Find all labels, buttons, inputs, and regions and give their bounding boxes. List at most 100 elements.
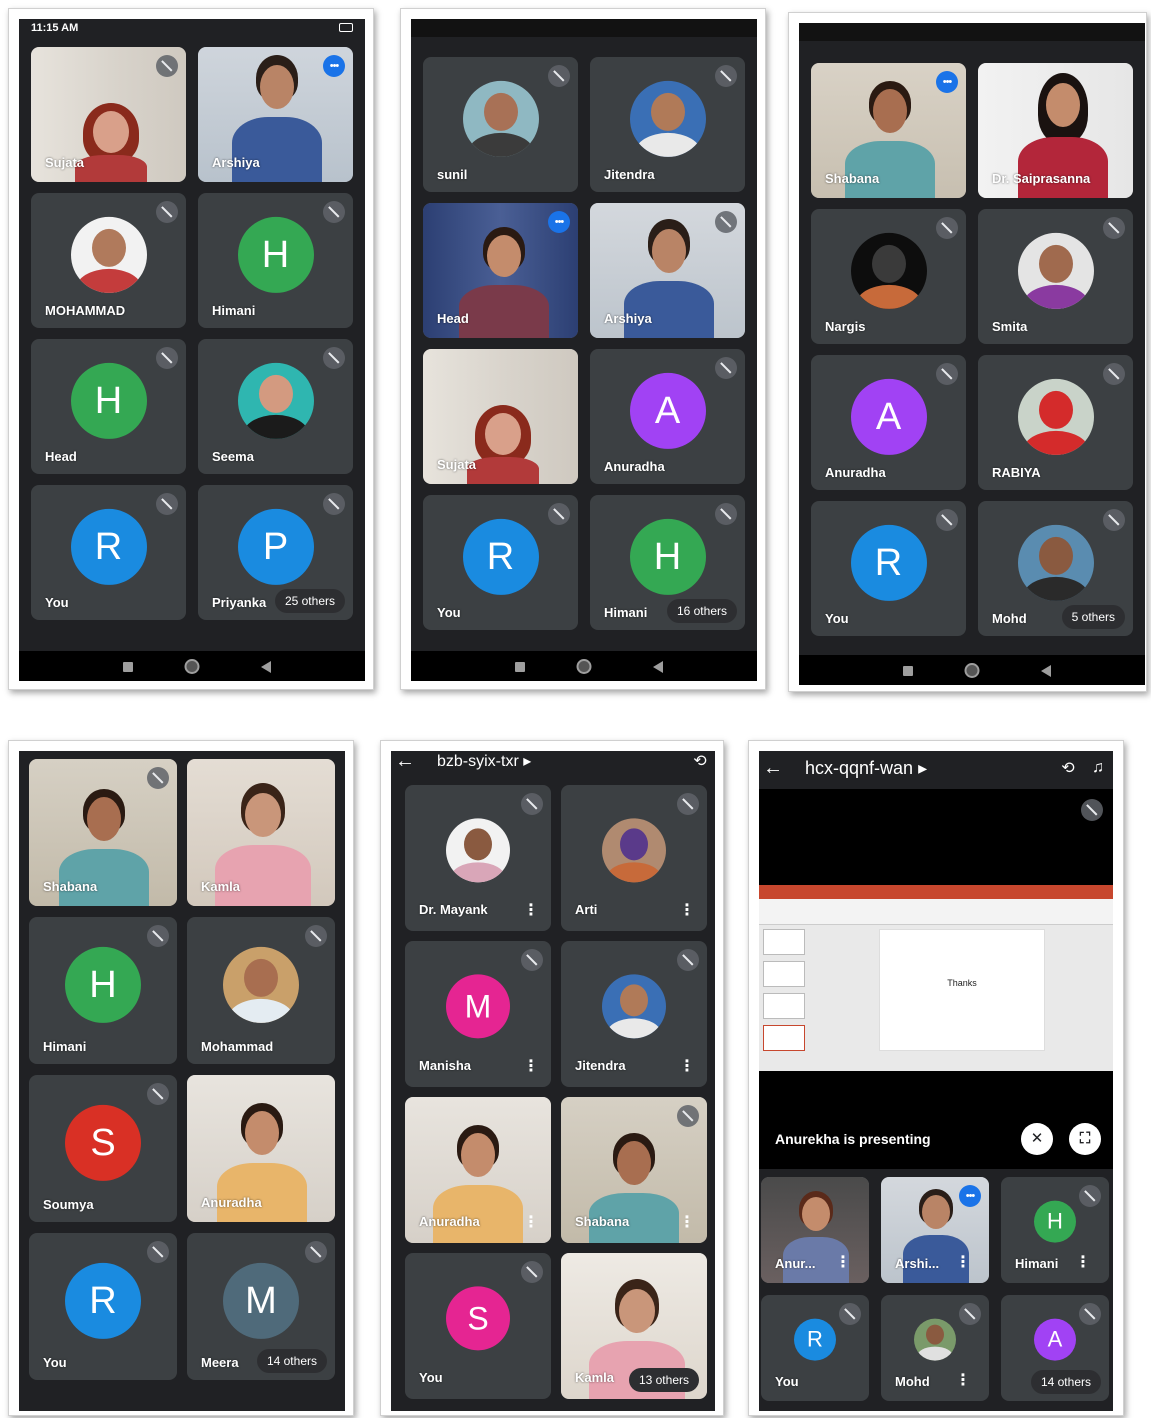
participant-tile[interactable]: Arshiya: [590, 203, 745, 338]
participant-tile[interactable]: A Anuradha: [590, 349, 745, 484]
more-options-icon[interactable]: ⋮: [1075, 1255, 1091, 1271]
audio-output-icon[interactable]: ♫: [1083, 759, 1113, 777]
more-options-icon[interactable]: ⋮: [679, 903, 695, 919]
recents-icon[interactable]: [122, 662, 133, 672]
participant-tile[interactable]: ••• Arshi... ⋮: [881, 1177, 989, 1283]
participant-tile[interactable]: Jitendra ⋮: [561, 941, 707, 1087]
participant-tile[interactable]: Jitendra: [590, 57, 745, 192]
participant-tile[interactable]: Smita: [978, 209, 1133, 344]
participant-tile[interactable]: Mohd ⋮: [881, 1295, 989, 1401]
participant-tile[interactable]: Anuradha ⋮: [405, 1097, 551, 1243]
meeting-code[interactable]: bzb-syix-txr ▸: [419, 751, 685, 771]
back-nav-icon[interactable]: [653, 661, 664, 673]
more-options-icon[interactable]: ⋮: [955, 1373, 971, 1389]
participant-tile[interactable]: ••• Head: [423, 203, 578, 338]
avatar: [1017, 524, 1094, 601]
participant-tile[interactable]: P Priyanka 25 others: [198, 485, 353, 620]
participant-tile[interactable]: R You: [31, 485, 186, 620]
participant-tile[interactable]: Mohammad: [187, 917, 335, 1064]
participant-tile[interactable]: H Himani 16 others: [590, 495, 745, 630]
more-options-icon[interactable]: ⋮: [523, 1215, 539, 1231]
participant-tile[interactable]: RABIYA: [978, 355, 1133, 490]
participant-tile[interactable]: Arti ⋮: [561, 785, 707, 931]
participant-tile[interactable]: R You: [761, 1295, 869, 1401]
participant-tile[interactable]: H Himani ⋮: [1001, 1177, 1109, 1283]
participant-tile[interactable]: R You: [29, 1233, 177, 1380]
participant-tile[interactable]: A 14 others: [1001, 1295, 1109, 1401]
participant-name: You: [775, 1374, 799, 1389]
mic-off-icon: [147, 925, 169, 947]
participant-tile[interactable]: Kamla: [187, 759, 335, 906]
participant-tile[interactable]: H Himani: [29, 917, 177, 1064]
back-nav-icon[interactable]: [261, 661, 272, 673]
participant-tile[interactable]: Mohd 5 others: [978, 501, 1133, 636]
others-count-badge[interactable]: 16 others: [666, 599, 737, 623]
avatar: [223, 946, 299, 1023]
participant-tile[interactable]: A Anuradha: [811, 355, 966, 490]
participant-tile[interactable]: R You: [423, 495, 578, 630]
unpin-presentation-button[interactable]: ✕: [1021, 1123, 1053, 1155]
fullscreen-button[interactable]: ⛶: [1069, 1123, 1101, 1155]
participant-tile[interactable]: Shabana: [29, 759, 177, 906]
others-count-badge[interactable]: 5 others: [1061, 605, 1125, 629]
others-count-badge[interactable]: 25 others: [274, 589, 345, 613]
participant-tile[interactable]: Sujata: [31, 47, 186, 182]
avatar: A: [629, 372, 706, 449]
others-count-badge[interactable]: 13 others: [628, 1368, 699, 1392]
switch-camera-icon[interactable]: ⟲: [1053, 758, 1083, 778]
participant-name: Head: [45, 449, 77, 464]
back-arrow-icon[interactable]: ←: [391, 751, 419, 773]
status-time: 11:15 AM: [31, 22, 79, 34]
more-options-icon[interactable]: ⋮: [679, 1215, 695, 1231]
home-icon[interactable]: [576, 659, 592, 674]
participant-tile[interactable]: Sujata: [423, 349, 578, 484]
participant-tile[interactable]: S Soumya: [29, 1075, 177, 1222]
participant-tile[interactable]: Dr. Saiprasanna: [978, 63, 1133, 198]
more-options-icon[interactable]: ⋮: [523, 903, 539, 919]
mic-off-icon: [936, 363, 958, 385]
app-title-bar: [759, 885, 1113, 899]
back-arrow-icon[interactable]: ←: [759, 757, 787, 780]
participant-tile[interactable]: Dr. Mayank ⋮: [405, 785, 551, 931]
participant-tile[interactable]: ••• Shabana: [811, 63, 966, 198]
mic-off-icon: [1103, 217, 1125, 239]
participant-tile[interactable]: Anuradha: [187, 1075, 335, 1222]
more-options-icon[interactable]: ⋮: [835, 1255, 851, 1271]
avatar: H: [70, 362, 147, 439]
mic-off-icon: [1079, 1303, 1101, 1325]
screenshot-frame-5: ← bzb-syix-txr ▸ ⟲ Dr. Mayank ⋮ Arti ⋮ M: [380, 740, 724, 1416]
participant-tile[interactable]: H Himani: [198, 193, 353, 328]
participant-tile[interactable]: Anur... ⋮: [761, 1177, 869, 1283]
speaking-indicator-icon: •••: [323, 55, 345, 77]
participant-tile[interactable]: H Head: [31, 339, 186, 474]
participant-tile[interactable]: R You: [811, 501, 966, 636]
participant-tile[interactable]: sunil: [423, 57, 578, 192]
more-options-icon[interactable]: ⋮: [955, 1255, 971, 1271]
more-options-icon[interactable]: ⋮: [523, 1059, 539, 1075]
participant-tile[interactable]: S You: [405, 1253, 551, 1399]
home-icon[interactable]: [184, 659, 200, 674]
mic-off-icon: [936, 217, 958, 239]
participant-tile[interactable]: MOHAMMAD: [31, 193, 186, 328]
more-options-icon[interactable]: ⋮: [679, 1059, 695, 1075]
meeting-code[interactable]: hcx-qqnf-wan ▸: [787, 758, 1053, 779]
participant-tile[interactable]: Shabana ⋮: [561, 1097, 707, 1243]
presentation-area[interactable]: Thanks Anurekha is presenting ✕ ⛶: [759, 789, 1113, 1169]
participant-tile[interactable]: Kamla 13 others: [561, 1253, 707, 1399]
participant-tile[interactable]: ••• Arshiya: [198, 47, 353, 182]
participant-tile[interactable]: Nargis: [811, 209, 966, 344]
participant-tile[interactable]: Seema: [198, 339, 353, 474]
others-count-badge[interactable]: 14 others: [256, 1349, 327, 1373]
switch-camera-icon[interactable]: ⟲: [685, 751, 715, 771]
recents-icon[interactable]: [902, 666, 913, 676]
recents-icon[interactable]: [514, 662, 525, 672]
participant-name: Shabana: [825, 171, 880, 186]
participant-tile[interactable]: M Meera 14 others: [187, 1233, 335, 1380]
back-nav-icon[interactable]: [1041, 665, 1052, 677]
others-count-badge[interactable]: 14 others: [1030, 1370, 1101, 1394]
participant-name: Arti: [575, 902, 598, 917]
participant-name: Head: [437, 311, 469, 326]
mic-off-icon: [156, 55, 178, 77]
participant-tile[interactable]: M Manisha ⋮: [405, 941, 551, 1087]
home-icon[interactable]: [964, 663, 980, 678]
